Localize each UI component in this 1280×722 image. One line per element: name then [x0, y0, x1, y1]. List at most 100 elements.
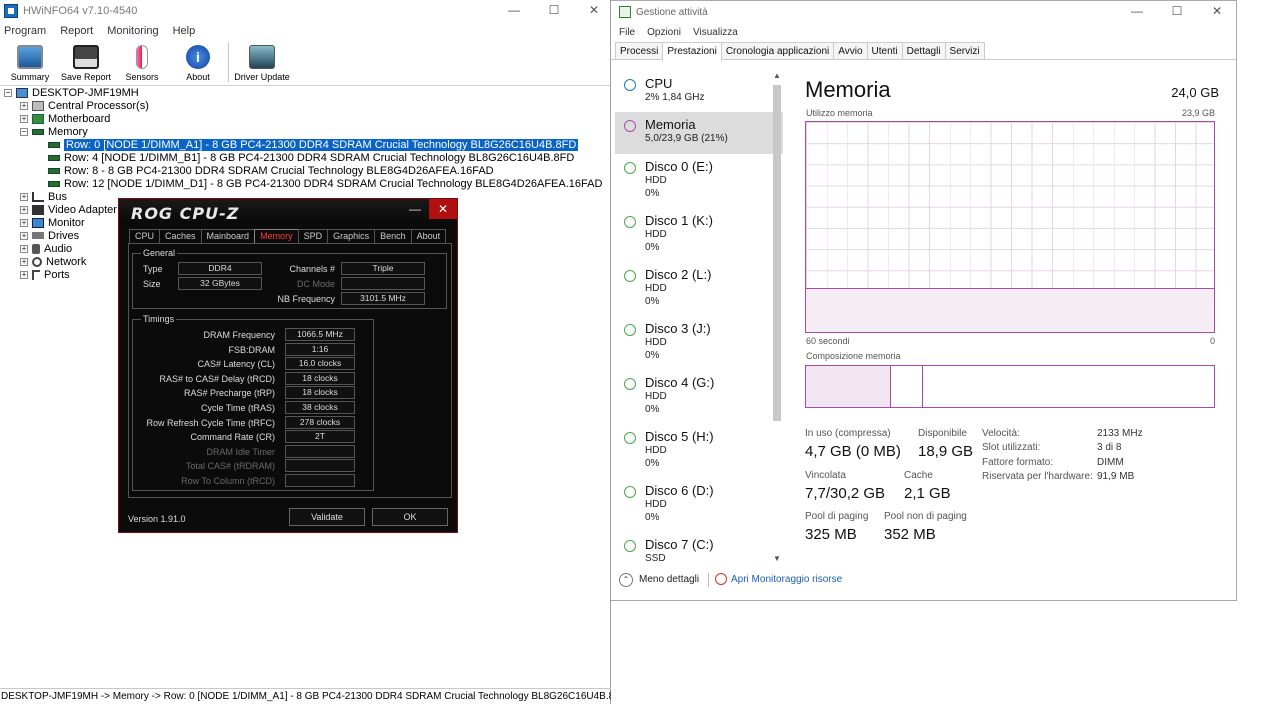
tree-memory[interactable]: − Memory	[0, 125, 610, 138]
slots-label: Slot utilizzati:	[982, 442, 1041, 453]
dc-mode-value	[341, 277, 425, 290]
expand-icon[interactable]: +	[20, 114, 28, 123]
taskmanager-menubar: File Opzioni Visualizza	[611, 23, 1236, 41]
tab-mainboard[interactable]: Mainboard	[200, 229, 256, 243]
slots-value: 3 di 8	[1097, 442, 1122, 453]
tab-about[interactable]: About	[410, 229, 447, 243]
scrollbar-thumb[interactable]	[773, 85, 781, 421]
tree-memory-row-0[interactable]: Row: 0 [NODE 1/DIMM_A1] - 8 GB PC4-21300…	[0, 138, 610, 151]
collapse-icon[interactable]: −	[20, 127, 28, 136]
validate-button[interactable]: Validate	[289, 508, 365, 526]
perf-item-name: Disco 5 (H:)	[645, 429, 714, 444]
tab-spd[interactable]: SPD	[297, 229, 329, 243]
tab-services[interactable]: Servizi	[944, 42, 985, 59]
perf-item-name: Disco 4 (G:)	[645, 375, 715, 390]
minimize-button[interactable]: —	[1117, 1, 1157, 21]
toolbar-separator	[228, 42, 229, 82]
tab-users[interactable]: Utenti	[866, 42, 903, 59]
perf-item-detail: HDD	[645, 445, 667, 456]
fewer-details-link[interactable]: Meno dettagli	[639, 574, 699, 585]
tree-memory-row-12[interactable]: Row: 12 [NODE 1/DIMM_D1] - 8 GB PC4-2130…	[0, 177, 610, 190]
expand-icon[interactable]: +	[20, 192, 28, 201]
tree-bus-label: Bus	[48, 190, 67, 203]
perf-item[interactable]: Disco 5 (H:) HDD 0%	[615, 424, 783, 478]
perf-item[interactable]: Memoria 5,0/23,9 GB (21%)	[615, 112, 783, 154]
cpu-icon	[32, 100, 44, 111]
memory-row-label: Row: 12 [NODE 1/DIMM_D1] - 8 GB PC4-2130…	[64, 177, 603, 190]
perf-item-usage: 0%	[645, 404, 660, 415]
expand-icon[interactable]: +	[20, 231, 28, 240]
info-icon: i	[186, 45, 210, 69]
tab-cpu[interactable]: CPU	[129, 229, 161, 243]
save-report-label: Save Report	[60, 72, 112, 82]
menu-program[interactable]: Program	[4, 25, 46, 37]
expand-icon[interactable]: +	[20, 257, 28, 266]
close-button[interactable]: ✕	[574, 0, 614, 20]
perf-item[interactable]: Disco 6 (D:) HDD 0%	[615, 478, 783, 532]
maximize-button[interactable]: ☐	[1157, 1, 1197, 21]
summary-label: Summary	[10, 72, 50, 82]
perf-item[interactable]: CPU 2% 1,84 GHz	[615, 71, 783, 112]
tree-root[interactable]: − DESKTOP-JMF19MH	[0, 86, 610, 99]
chevron-up-icon[interactable]: ⌃	[619, 573, 633, 587]
menu-file[interactable]: File	[619, 27, 635, 38]
sidebar-scrollbar[interactable]: ▲ ▼	[771, 71, 783, 563]
scroll-down-icon[interactable]: ▼	[773, 554, 781, 563]
cpuz-close-button[interactable]: ✕	[429, 199, 457, 219]
tree-audio-label: Audio	[44, 242, 73, 255]
cpuz-tabs: CPU Caches Mainboard Memory SPD Graphics…	[129, 229, 447, 243]
perf-item[interactable]: Disco 2 (L:) HDD 0%	[615, 262, 783, 316]
menu-help[interactable]: Help	[173, 25, 196, 37]
menu-view[interactable]: Visualizza	[693, 27, 738, 38]
tab-bench[interactable]: Bench	[374, 229, 412, 243]
menu-report[interactable]: Report	[60, 25, 93, 37]
collapse-icon[interactable]: −	[4, 88, 12, 97]
tab-processes[interactable]: Processi	[615, 42, 664, 59]
expand-icon[interactable]: +	[20, 270, 28, 279]
memory-heading: Memoria	[805, 77, 891, 102]
perf-item-detail: HDD	[645, 391, 667, 402]
expand-icon[interactable]: +	[20, 244, 28, 253]
maximize-button[interactable]: ☐	[534, 0, 574, 20]
tab-graphics[interactable]: Graphics	[327, 229, 376, 243]
in-use-label: In uso (compressa)	[805, 428, 891, 439]
timing-label: FSB:DRAM	[228, 344, 275, 355]
perf-item[interactable]: Disco 4 (G:) HDD 0%	[615, 370, 783, 424]
menu-monitoring[interactable]: Monitoring	[107, 25, 158, 37]
save-report-button[interactable]: Save Report	[58, 40, 114, 84]
open-resource-monitor-link[interactable]: Apri Monitoraggio risorse	[731, 574, 842, 585]
expand-icon[interactable]: +	[20, 101, 28, 110]
close-button[interactable]: ✕	[1197, 1, 1237, 21]
tab-performance[interactable]: Prestazioni	[662, 42, 722, 61]
tree-cpu[interactable]: + Central Processor(s)	[0, 99, 610, 112]
ok-button[interactable]: OK	[372, 508, 448, 526]
tab-memory[interactable]: Memory	[254, 229, 299, 243]
perf-item[interactable]: Disco 3 (J:) HDD 0%	[615, 316, 783, 370]
scroll-up-icon[interactable]: ▲	[773, 71, 781, 80]
minimize-button[interactable]: —	[494, 0, 534, 20]
tab-details[interactable]: Dettagli	[901, 42, 946, 59]
summary-button[interactable]: Summary	[2, 40, 58, 84]
available-value: 18,9 GB	[918, 443, 974, 460]
tree-memory-row-8[interactable]: Row: 8 - 8 GB PC4-21300 DDR4 SDRAM Cruci…	[0, 164, 610, 177]
expand-icon[interactable]: +	[20, 218, 28, 227]
type-label: Type	[143, 264, 163, 274]
perf-item[interactable]: Disco 0 (E:) HDD 0%	[615, 154, 783, 208]
perf-item[interactable]: Disco 1 (K:) HDD 0%	[615, 208, 783, 262]
perf-item[interactable]: Disco 7 (C:) SSD	[615, 532, 783, 563]
expand-icon[interactable]: +	[20, 205, 28, 214]
about-button[interactable]: i About	[170, 40, 226, 84]
driver-update-button[interactable]: Driver Update	[231, 40, 293, 84]
cpuz-minimize-button[interactable]: —	[401, 199, 429, 219]
tab-startup[interactable]: Avvio	[833, 42, 868, 59]
tab-app-history[interactable]: Cronologia applicazioni	[720, 42, 835, 59]
tree-memory-row-4[interactable]: Row: 4 [NODE 1/DIMM_B1] - 8 GB PC4-21300…	[0, 151, 610, 164]
monitor-icon	[32, 217, 44, 228]
bus-icon	[32, 191, 44, 202]
sensors-button[interactable]: Sensors	[114, 40, 170, 84]
tree-motherboard[interactable]: + Motherboard	[0, 112, 610, 125]
timing-label: Row To Column (tRCD)	[181, 476, 275, 486]
tab-caches[interactable]: Caches	[159, 229, 202, 243]
dimm-icon	[48, 154, 60, 161]
menu-options[interactable]: Opzioni	[647, 27, 681, 38]
